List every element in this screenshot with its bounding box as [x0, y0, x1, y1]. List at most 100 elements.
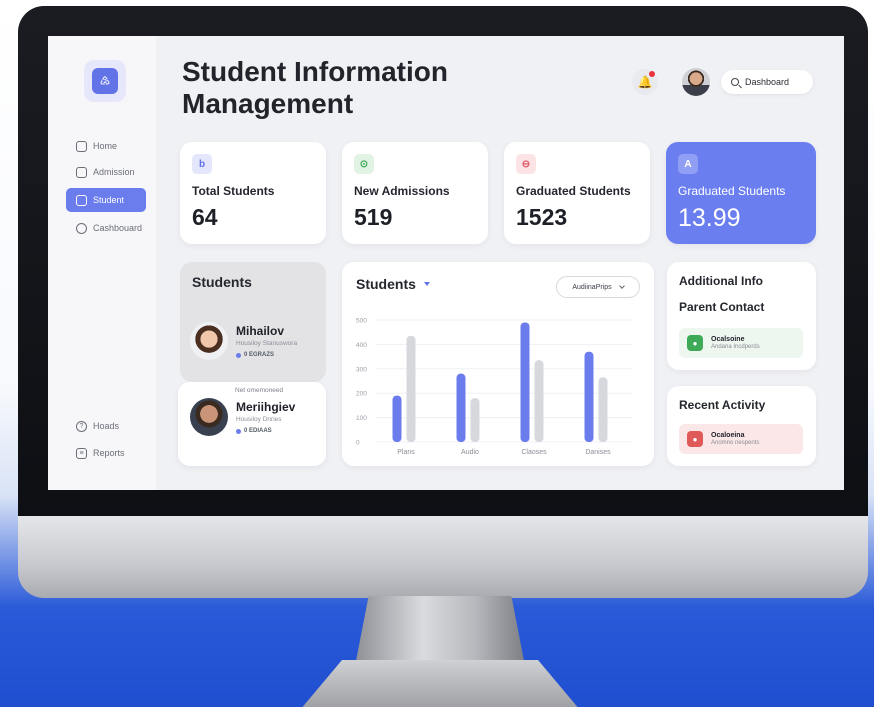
- stat-label: Total Students: [192, 184, 275, 198]
- student-badge: 0 EGRAZS: [236, 352, 297, 358]
- activity-item[interactable]: ● Ocaloeina Anomno nespents: [679, 424, 803, 454]
- sidebar-item-label: Cashbouard: [93, 223, 143, 233]
- student-subtitle: Housiloy Dnries: [236, 416, 282, 423]
- x-tick-label: Claoses: [521, 449, 547, 456]
- sidebar-item-label: Admission: [93, 167, 135, 177]
- chart-filter-select[interactable]: AudiinaPrips: [556, 276, 640, 298]
- sidebar-item-reports[interactable]: ≡ Reports: [66, 441, 146, 465]
- y-tick-label: 400: [356, 342, 367, 349]
- activity-subtitle: Anomno nespents: [711, 440, 760, 446]
- chart-bar: [598, 377, 608, 442]
- sidebar-item-home[interactable]: Home: [66, 134, 146, 158]
- x-tick-label: Plans: [397, 449, 415, 456]
- y-tick-label: 500: [356, 318, 367, 325]
- recent-activity-title: Recent Activity: [679, 398, 766, 412]
- search-box[interactable]: Dashboard: [721, 70, 813, 94]
- app-screen: ♴ Home Admission Student Cashbouard ? Ho…: [48, 36, 844, 490]
- folder-icon: [76, 166, 87, 178]
- additional-info-card: Additional Info Parent Contact ● Ocalsoi…: [667, 262, 816, 370]
- monitor-stand: [355, 596, 525, 666]
- stat-value: 13.99: [678, 204, 741, 232]
- caret-down-icon: [423, 282, 430, 286]
- chart-title: Students: [356, 276, 416, 292]
- sidebar-item-admission[interactable]: Admission: [66, 160, 146, 184]
- monitor-chin: [18, 516, 868, 598]
- stat-icon: ⊙: [354, 154, 374, 174]
- list-item[interactable]: Meriihgiev Housiloy Dnries 0 EDIAAS: [190, 398, 295, 436]
- chart-bar: [406, 335, 416, 442]
- badge-dot: [236, 428, 241, 434]
- user-avatar[interactable]: [682, 68, 710, 96]
- recent-activity-card: Recent Activity ● Ocaloeina Anomno nespe…: [667, 386, 816, 466]
- parent-contact-title: Parent Contact: [679, 300, 765, 314]
- stat-card-graduated-students[interactable]: ⊖ Graduated Students 1523: [504, 142, 650, 244]
- student-avatar: [190, 398, 228, 436]
- stat-card-graduated-highlight[interactable]: A Graduated Students 13.99: [666, 142, 816, 244]
- sidebar: ♴ Home Admission Student Cashbouard ? Ho…: [48, 36, 156, 490]
- students-panel-title: Students: [192, 274, 252, 290]
- contact-subtitle: Andana Incdperds: [711, 344, 760, 350]
- paperclip-icon: [76, 222, 87, 234]
- student-card-header: Net omemoneed: [235, 387, 284, 394]
- chevron-down-icon: [618, 282, 625, 289]
- stat-label: Graduated Students: [678, 184, 786, 198]
- x-tick-label: Danises: [585, 449, 611, 456]
- home-icon: [76, 140, 87, 152]
- stat-value: 64: [192, 204, 218, 230]
- chart-bar: [534, 360, 544, 442]
- page-title: Student Information Management: [182, 56, 448, 119]
- students-panel: Students Mihailov Housiloy Stanuswora 0 …: [180, 262, 326, 382]
- monitor-base: [300, 660, 580, 707]
- chart-bar: [392, 395, 402, 442]
- chart-bar: [456, 373, 466, 442]
- stat-value: 519: [354, 204, 393, 230]
- help-icon: ?: [76, 420, 87, 432]
- contact-name: Ocalsoine: [711, 336, 745, 343]
- student-card-icon: [76, 194, 87, 206]
- notification-button[interactable]: 🔔: [632, 69, 658, 95]
- stat-value: 1523: [516, 204, 568, 230]
- stat-card-new-admissions[interactable]: ⊙ New Admissions 519: [342, 142, 488, 244]
- stat-card-total-students[interactable]: b Total Students 64: [180, 142, 326, 244]
- student-badge: 0 EDIAAS: [236, 428, 295, 434]
- list-item[interactable]: Mihailov Housiloy Stanuswora 0 EGRAZS: [190, 322, 297, 360]
- student-subtitle: Housiloy Stanuswora: [236, 340, 298, 347]
- sidebar-item-label: Home: [93, 141, 118, 151]
- parent-contact-item[interactable]: ● Ocalsoine Andana Incdperds: [679, 328, 803, 358]
- sidebar-item-label: Student: [93, 195, 125, 205]
- logo-icon: ♴: [92, 68, 118, 94]
- bell-icon: 🔔: [637, 75, 653, 89]
- stat-label: Graduated Students: [516, 184, 631, 198]
- reports-icon: ≡: [76, 447, 87, 459]
- chart-bar: [584, 351, 594, 442]
- y-tick-label: 300: [356, 366, 367, 373]
- badge-dot: [236, 352, 241, 358]
- student-badge-text: 0 EDIAAS: [244, 428, 272, 434]
- stat-label: New Admissions: [354, 184, 450, 198]
- y-tick-label: 200: [356, 391, 367, 398]
- notification-dot: [649, 71, 655, 77]
- sidebar-item-hoads[interactable]: ? Hoads: [66, 414, 146, 438]
- student-badge-text: 0 EGRAZS: [244, 352, 275, 358]
- y-tick-label: 100: [356, 415, 367, 422]
- chart-bar: [520, 322, 530, 442]
- sidebar-item-label: Reports: [93, 448, 125, 458]
- stat-icon: b: [192, 154, 212, 174]
- y-tick-label: 0: [356, 440, 360, 447]
- app-logo[interactable]: ♴: [84, 60, 126, 102]
- search-label: Dashboard: [745, 77, 790, 87]
- search-icon: [731, 78, 739, 86]
- chart-bar: [470, 398, 480, 442]
- student-avatar: [190, 322, 228, 360]
- student-card-highlight[interactable]: Net omemoneed Meriihgiev Housiloy Dnries…: [178, 382, 326, 466]
- sidebar-item-label: Hoads: [93, 421, 120, 431]
- stat-icon: ⊖: [516, 154, 536, 174]
- person-icon: ●: [687, 335, 703, 351]
- activity-name: Ocaloeina: [711, 432, 745, 439]
- x-tick-label: Audio: [461, 449, 479, 456]
- additional-info-title: Additional Info: [679, 274, 763, 288]
- sidebar-item-cashbouard[interactable]: Cashbouard: [66, 216, 146, 240]
- chart-filter-label: AudiinaPrips: [572, 283, 612, 291]
- student-name: Meriihgiev: [236, 400, 296, 414]
- sidebar-item-student[interactable]: Student: [66, 188, 146, 212]
